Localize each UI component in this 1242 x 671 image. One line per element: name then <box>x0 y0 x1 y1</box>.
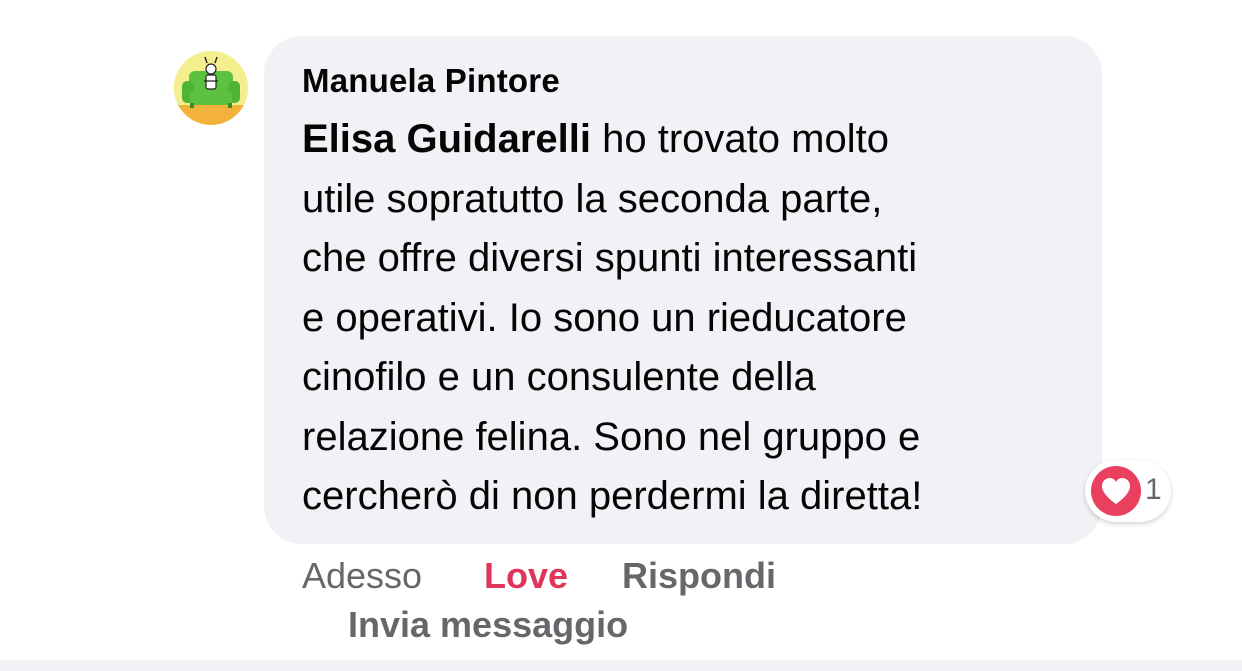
mention-link[interactable]: Elisa Guidarelli <box>302 117 591 161</box>
comment-timestamp[interactable]: Adesso <box>302 555 422 597</box>
comment-line: che offre diversi spunti interessanti <box>302 236 918 280</box>
comment-line: cercherò di non perdermi la diretta! <box>302 474 923 518</box>
love-reaction-button[interactable]: Love <box>484 555 568 597</box>
comment-line: relazione felina. Sono nel gruppo e <box>302 414 921 459</box>
avatar-sofa-icon <box>174 51 248 125</box>
reaction-summary[interactable]: 1 <box>1085 460 1171 522</box>
reply-button[interactable]: Rispondi <box>622 555 776 597</box>
heart-icon <box>1091 466 1141 516</box>
comment-line: cinofilo e un consulente della <box>302 355 816 399</box>
avatar[interactable] <box>174 51 248 125</box>
comment-line-text: ho trovato molto <box>591 117 889 161</box>
comment-text: Elisa Guidarelli ho trovato molto utile … <box>302 110 1082 527</box>
send-message-button[interactable]: Invia messaggio <box>348 604 628 646</box>
comment-author[interactable]: Manuela Pintore <box>302 62 560 100</box>
divider <box>0 660 1242 671</box>
comment-line: utile sopratutto la seconda parte, <box>302 176 883 221</box>
comment-line: Elisa Guidarelli ho trovato molto <box>302 110 1082 170</box>
comment-page: Manuela Pintore Elisa Guidarelli ho trov… <box>0 0 1242 671</box>
comment-line: e operativi. Io sono un rieducatore <box>302 295 907 340</box>
reaction-count: 1 <box>1145 473 1162 506</box>
